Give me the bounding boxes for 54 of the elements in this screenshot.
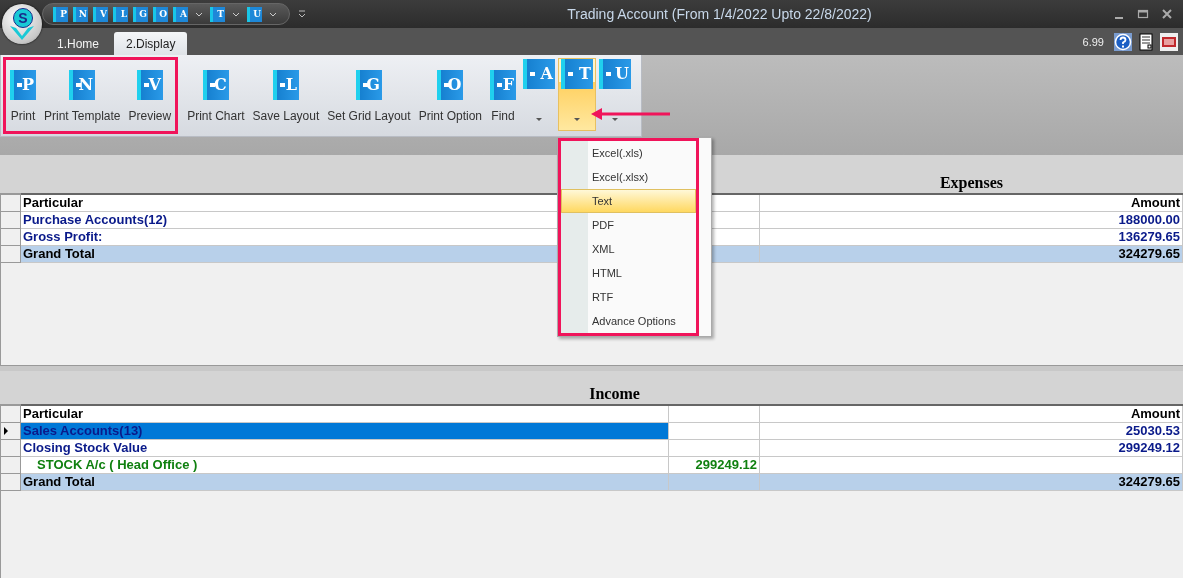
close-icon[interactable] <box>1161 8 1173 20</box>
letter-icon[interactable]: U <box>247 6 262 22</box>
section-title: Income <box>589 385 640 403</box>
caret-icon <box>611 117 619 122</box>
help-icon[interactable] <box>1114 32 1132 51</box>
table-cell: 25030.53 <box>759 422 1183 440</box>
menu-item[interactable]: Excel(.xlsx) <box>561 165 696 189</box>
ribbon-button[interactable]: P Print <box>6 60 40 131</box>
letter-icon[interactable]: P <box>53 6 68 22</box>
logo[interactable]: S <box>2 4 42 44</box>
menu-item[interactable]: RTF <box>561 285 696 309</box>
column-header[interactable]: Particular <box>23 406 83 421</box>
version-number: 6.99 <box>1082 35 1104 48</box>
menu-item[interactable]: Text <box>561 189 696 213</box>
caret-icon[interactable] <box>269 11 277 17</box>
table-cell: Gross Profit: <box>20 228 760 246</box>
column-header[interactable]: Particular <box>23 195 83 210</box>
letter-icon[interactable]: T <box>210 6 225 22</box>
caret-icon <box>535 117 543 122</box>
table-cell: Closing Stock Value <box>20 439 669 457</box>
current-row-icon <box>3 426 9 436</box>
ribbon-tab[interactable]: 2.Display <box>114 32 188 55</box>
ribbon-button[interactable]: C Print Chart <box>183 60 249 131</box>
document-icon[interactable] <box>1137 32 1155 51</box>
ribbon-button[interactable]: F Find <box>486 60 520 131</box>
table-cell: 136279.65 <box>759 228 1183 246</box>
letter-icon[interactable]: G <box>133 6 148 22</box>
column-header[interactable]: Amount <box>759 405 1183 423</box>
exit-icon[interactable] <box>1160 32 1178 51</box>
section-title: Expenses <box>939 174 1004 192</box>
ribbon-button[interactable]: N Print Template <box>40 60 125 131</box>
table-cell: 299249.12 <box>759 439 1183 457</box>
ribbon-tab[interactable]: 1.Home <box>45 32 112 55</box>
caret-icon[interactable] <box>195 11 203 17</box>
table-cell: 299249.12 <box>668 456 760 474</box>
table-cell: STOCK A/c ( Head Office ) <box>20 456 669 474</box>
menu-item[interactable]: HTML <box>561 261 696 285</box>
maximize-icon[interactable] <box>1137 8 1149 20</box>
letter-icon[interactable]: O <box>153 6 168 22</box>
window-title: Trading Account (From 1/4/2022 Upto 22/8/2022) <box>566 6 873 22</box>
letter-icon[interactable]: V <box>93 6 108 22</box>
caret-icon <box>573 117 581 122</box>
menu-item[interactable]: Excel(.xls) <box>561 141 696 165</box>
letter-icon[interactable]: N <box>73 6 88 22</box>
column-header[interactable]: Amount <box>759 194 1183 212</box>
customize-icon[interactable] <box>298 10 306 18</box>
ribbon-button[interactable]: O Print Option <box>414 60 486 131</box>
letter-icon[interactable]: A <box>173 6 188 22</box>
ribbon-button[interactable]: L Save Layout <box>248 60 324 131</box>
menu-item[interactable]: Advance Options <box>561 309 696 333</box>
ribbon-button[interactable]: V Preview <box>124 60 176 131</box>
table-cell: 188000.00 <box>759 211 1183 229</box>
caret-icon[interactable] <box>232 11 240 17</box>
letter-icon[interactable]: L <box>113 6 128 22</box>
